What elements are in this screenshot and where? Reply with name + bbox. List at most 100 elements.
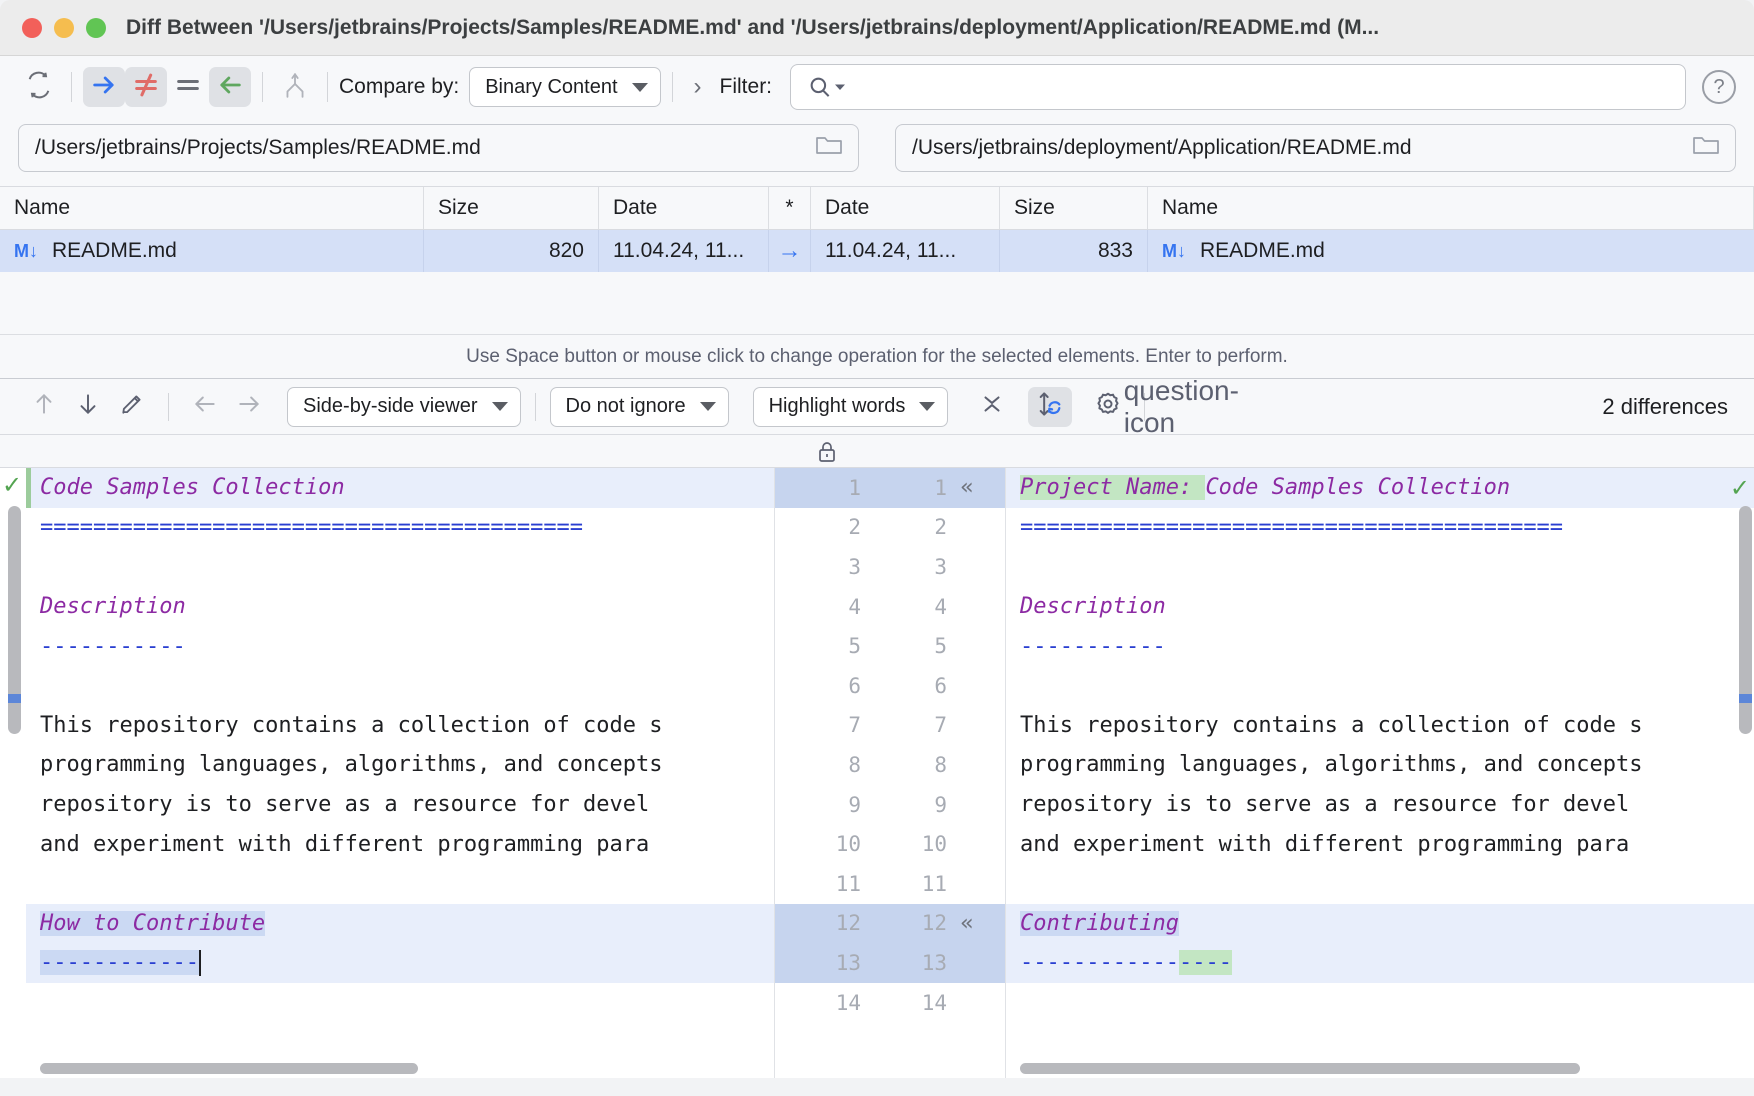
filter-input[interactable] xyxy=(790,64,1686,110)
code-token: and experiment with different programmin… xyxy=(40,832,649,857)
apply-change-arrow[interactable]: « xyxy=(947,475,987,500)
code-token: and experiment with different programmin… xyxy=(1020,832,1629,857)
accept-left-button[interactable] xyxy=(183,387,227,427)
next-difference-button[interactable] xyxy=(66,387,110,427)
compare-by-dropdown[interactable]: Binary Content xyxy=(469,67,660,107)
cell-operation[interactable]: → xyxy=(769,230,811,272)
accept-right-button[interactable] xyxy=(227,387,271,427)
code-line-left[interactable]: Description xyxy=(26,587,774,627)
code-line-left[interactable]: programming languages, algorithms, and c… xyxy=(26,745,774,785)
code-line-left[interactable]: This repository contains a collection of… xyxy=(26,706,774,746)
line-number-left: 2 xyxy=(775,515,861,539)
line-number-right: 7 xyxy=(861,713,947,737)
code-token: Description xyxy=(1020,594,1166,619)
expand-toolbar-button[interactable]: › xyxy=(684,73,712,101)
code-line-right[interactable]: Project Name: Code Samples Collection xyxy=(1006,468,1754,508)
code-line-left[interactable]: Code Samples Collection xyxy=(26,468,774,508)
refresh-button[interactable] xyxy=(18,67,60,107)
line-number-row: 66 xyxy=(775,666,1005,706)
code-line-right[interactable]: ========================================… xyxy=(1006,508,1754,548)
code-line-left[interactable]: ----------- xyxy=(26,626,774,666)
code-line-right[interactable]: programming languages, algorithms, and c… xyxy=(1006,745,1754,785)
question-icon: question-icon xyxy=(1124,375,1239,439)
column-header-date-right[interactable]: Date xyxy=(811,187,1000,229)
minimize-button[interactable] xyxy=(54,18,74,38)
copy-to-right-button[interactable] xyxy=(83,67,125,107)
folder-icon[interactable] xyxy=(1691,132,1721,164)
path-row: /Users/jetbrains/Projects/Samples/README… xyxy=(0,118,1754,186)
code-line-left[interactable] xyxy=(26,666,774,706)
checkmark-icon[interactable]: ✓ xyxy=(2,474,22,498)
table-row[interactable]: M↓ README.md 820 11.04.24, 11... → 11.04… xyxy=(0,230,1754,272)
cell-date-right: 11.04.24, 11... xyxy=(811,230,1000,272)
checkmark-icon[interactable]: ✓ xyxy=(1730,474,1750,503)
column-header-name-right[interactable]: Name xyxy=(1148,187,1754,229)
code-line-right[interactable]: This repository contains a collection of… xyxy=(1006,706,1754,746)
viewer-mode-dropdown[interactable]: Side-by-side viewer xyxy=(287,387,521,427)
code-line-right[interactable]: ---------------- xyxy=(1006,943,1754,983)
code-line-right[interactable]: and experiment with different programmin… xyxy=(1006,824,1754,864)
collapse-unchanged-icon xyxy=(979,391,1005,422)
code-token: ----------- xyxy=(1020,634,1166,659)
close-button[interactable] xyxy=(22,18,42,38)
code-line-left[interactable]: repository is to serve as a resource for… xyxy=(26,785,774,825)
toolbar-divider-3 xyxy=(327,72,328,102)
code-line-right[interactable]: Description xyxy=(1006,587,1754,627)
code-line-right[interactable] xyxy=(1006,666,1754,706)
code-token: This repository contains a collection of… xyxy=(1020,713,1643,738)
column-header-size-left[interactable]: Size xyxy=(424,187,599,229)
left-horizontal-scrollbar[interactable] xyxy=(40,1063,418,1074)
synchronize-scroll-button[interactable] xyxy=(1028,387,1072,427)
code-line-left[interactable]: ------------ xyxy=(26,943,774,983)
lock-icon[interactable] xyxy=(815,439,839,470)
filter-help-button[interactable]: ? xyxy=(1702,70,1736,104)
show-difference-button[interactable] xyxy=(125,67,167,107)
code-line-left[interactable] xyxy=(26,983,774,1023)
previous-difference-button[interactable] xyxy=(22,387,66,427)
folder-icon[interactable] xyxy=(814,132,844,164)
code-line-left[interactable] xyxy=(26,547,774,587)
arrow-right-icon xyxy=(90,71,118,104)
edit-button[interactable] xyxy=(110,387,154,427)
arrow-left-icon xyxy=(216,71,244,104)
highlight-mode-value: Highlight words xyxy=(769,395,906,418)
code-token: Description xyxy=(40,594,186,619)
zoom-button[interactable] xyxy=(86,18,106,38)
diff-help-button[interactable]: question-icon xyxy=(1159,387,1203,427)
merge-button[interactable] xyxy=(274,67,316,107)
line-number-right: 8 xyxy=(861,753,947,777)
apply-change-arrow[interactable]: « xyxy=(947,911,987,936)
line-number-gutter: 11«2233445566778899101011111212«13131414 xyxy=(774,468,1006,1078)
copy-to-left-button[interactable] xyxy=(209,67,251,107)
left-code-pane[interactable]: Code Samples Collection=================… xyxy=(26,468,774,1078)
code-line-left[interactable] xyxy=(26,864,774,904)
code-line-right[interactable]: ----------- xyxy=(1006,626,1754,666)
code-line-right[interactable] xyxy=(1006,983,1754,1023)
compare-by-value: Binary Content xyxy=(485,76,617,99)
collapse-unchanged-button[interactable] xyxy=(970,387,1014,427)
right-code-pane[interactable]: Project Name: Code Samples Collection===… xyxy=(1006,468,1754,1078)
column-header-size-right[interactable]: Size xyxy=(1000,187,1148,229)
column-header-name-left[interactable]: Name xyxy=(0,187,424,229)
viewer-mode-value: Side-by-side viewer xyxy=(303,395,478,418)
code-line-left[interactable]: How to Contribute xyxy=(26,904,774,944)
column-header-date-left[interactable]: Date xyxy=(599,187,769,229)
cell-name-right: M↓ README.md xyxy=(1148,230,1754,272)
equal-icon xyxy=(174,71,202,104)
code-line-right[interactable] xyxy=(1006,864,1754,904)
column-header-operation[interactable]: * xyxy=(769,187,811,229)
code-line-right[interactable]: repository is to serve as a resource for… xyxy=(1006,785,1754,825)
right-horizontal-scrollbar[interactable] xyxy=(1020,1063,1580,1074)
code-line-left[interactable]: and experiment with different programmin… xyxy=(26,824,774,864)
highlight-mode-dropdown[interactable]: Highlight words xyxy=(753,387,949,427)
left-path-field[interactable]: /Users/jetbrains/Projects/Samples/README… xyxy=(18,124,859,172)
line-number-right: 1 xyxy=(861,476,947,500)
code-line-right[interactable] xyxy=(1006,547,1754,587)
show-equal-button[interactable] xyxy=(167,67,209,107)
code-line-right[interactable]: Contributing xyxy=(1006,904,1754,944)
code-line-left[interactable]: ========================================… xyxy=(26,508,774,548)
line-number-left: 11 xyxy=(775,872,861,896)
code-token: ------------ xyxy=(1020,950,1179,975)
ignore-mode-dropdown[interactable]: Do not ignore xyxy=(550,387,729,427)
right-path-field[interactable]: /Users/jetbrains/deployment/Application/… xyxy=(895,124,1736,172)
